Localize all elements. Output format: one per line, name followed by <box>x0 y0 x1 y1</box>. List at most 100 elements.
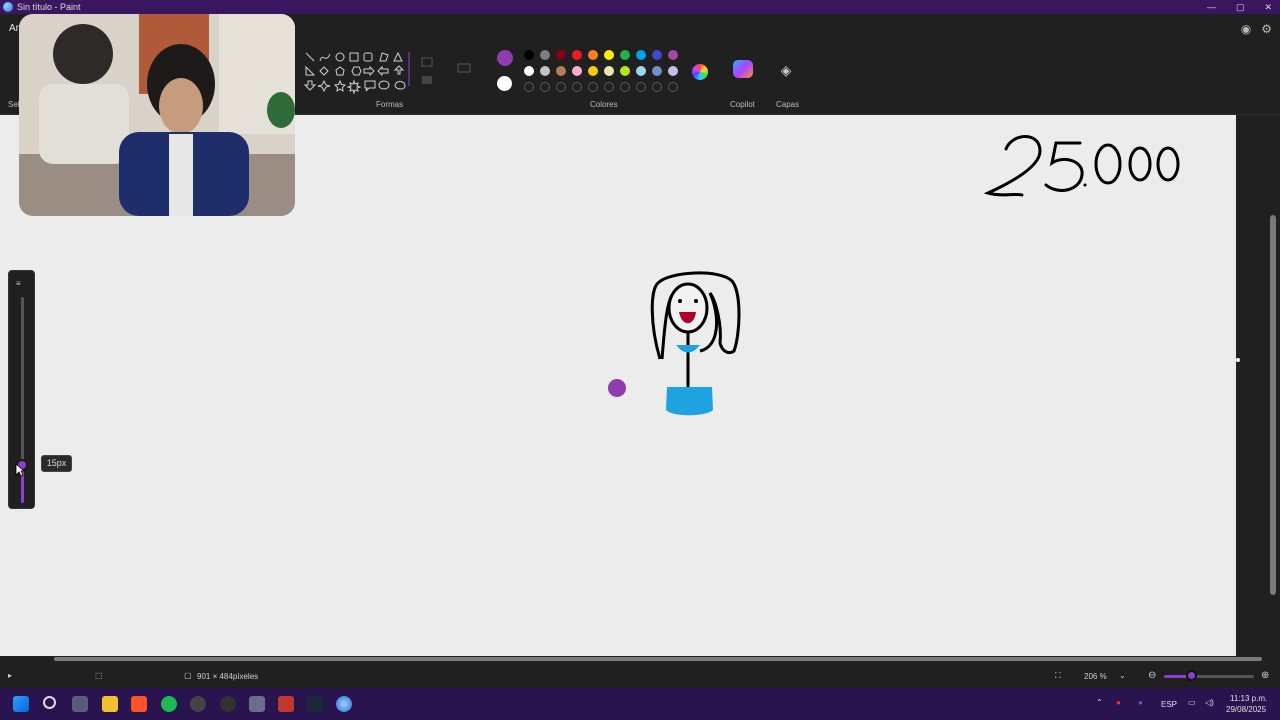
horizontal-scrollbar[interactable] <box>54 657 1262 661</box>
arrow-down-shape-icon[interactable] <box>303 80 317 91</box>
star5-shape-icon[interactable] <box>333 79 347 93</box>
layers-icon[interactable]: ◈ <box>778 62 794 78</box>
obs-icon[interactable] <box>190 696 206 712</box>
line-shape-icon[interactable] <box>305 52 315 62</box>
color-swatch[interactable] <box>668 66 678 76</box>
digit-2 <box>983 135 1042 197</box>
curve-shape-icon[interactable] <box>319 53 331 62</box>
file-explorer-icon[interactable] <box>102 696 118 712</box>
callout-rect-shape-icon[interactable] <box>364 80 376 92</box>
heart-shape-icon[interactable] <box>394 81 406 90</box>
color-swatch[interactable] <box>604 50 614 60</box>
shapes-gallery[interactable] <box>302 50 410 96</box>
rounded-rectangle-shape-icon[interactable] <box>363 52 373 62</box>
network-icon[interactable]: ▭ <box>1188 698 1196 707</box>
zoom-value[interactable]: 206 % <box>1084 672 1107 681</box>
custom-color-slot[interactable] <box>620 82 630 92</box>
clock-time[interactable]: 11:13 p.m. <box>1230 694 1267 703</box>
color-swatch[interactable] <box>524 50 534 60</box>
custom-color-slot[interactable] <box>604 82 614 92</box>
shape-outline-fill-controls[interactable] <box>418 52 474 92</box>
star6-shape-icon[interactable] <box>346 79 362 95</box>
color-swatch[interactable] <box>556 66 566 76</box>
star4-shape-icon[interactable] <box>317 79 331 93</box>
tray-chevron-icon[interactable]: ⌃ <box>1096 698 1103 707</box>
maximize-icon[interactable]: ▢ <box>1236 0 1245 14</box>
clock-date[interactable]: 29/08/2025 <box>1226 705 1266 714</box>
color-swatch[interactable] <box>572 50 582 60</box>
digit-0c <box>1156 146 1180 182</box>
spotify-icon[interactable] <box>161 696 177 712</box>
color-swatch[interactable] <box>652 66 662 76</box>
color-swatch[interactable] <box>620 66 630 76</box>
color-swatch[interactable] <box>636 50 646 60</box>
paint-taskbar-icon[interactable] <box>336 696 352 712</box>
account-icon[interactable]: ◉ <box>1241 22 1251 36</box>
fit-to-window-icon[interactable]: ⛶ <box>1055 671 1061 681</box>
primary-color-swatch[interactable] <box>497 50 513 66</box>
arrow-up-shape-icon[interactable] <box>393 65 405 75</box>
windows-start-icon[interactable] <box>13 696 29 712</box>
color-swatch[interactable] <box>620 50 630 60</box>
app-icon[interactable] <box>249 696 265 712</box>
close-icon[interactable]: ✕ <box>1264 0 1272 14</box>
zoom-in-icon[interactable]: ⊕ <box>1261 670 1269 681</box>
custom-color-slot[interactable] <box>588 82 598 92</box>
custom-color-slot[interactable] <box>636 82 646 92</box>
color-swatch[interactable] <box>540 66 550 76</box>
custom-color-slot[interactable] <box>668 82 678 92</box>
color-swatch[interactable] <box>668 50 678 60</box>
brave-browser-icon[interactable] <box>131 696 147 712</box>
video-app-icon[interactable] <box>278 696 294 712</box>
custom-color-slot[interactable] <box>652 82 662 92</box>
shape-dropdown-icon[interactable] <box>457 63 471 73</box>
canvas-resize-handle[interactable] <box>1236 358 1240 362</box>
rectangle-shape-icon[interactable] <box>349 52 359 62</box>
color-swatch[interactable] <box>540 50 550 60</box>
custom-color-slot[interactable] <box>540 82 550 92</box>
search-icon[interactable] <box>43 696 56 709</box>
outline-icon[interactable] <box>421 57 433 67</box>
fill-icon[interactable] <box>422 76 432 84</box>
edit-colors-icon[interactable] <box>692 64 708 80</box>
tray-app-icon[interactable]: ● <box>1116 698 1121 707</box>
color-swatch[interactable] <box>604 66 614 76</box>
gear-icon[interactable]: ⚙ <box>1261 22 1272 36</box>
vertical-scrollbar[interactable] <box>1270 215 1276 595</box>
triangle-shape-icon[interactable] <box>393 51 403 62</box>
hexagon-shape-icon[interactable] <box>351 66 362 76</box>
polygon-shape-icon[interactable] <box>379 52 389 62</box>
arrow-right-shape-icon[interactable] <box>363 65 375 77</box>
left-eye <box>678 299 682 303</box>
color-swatch[interactable] <box>524 66 534 76</box>
volume-icon[interactable]: ◁) <box>1205 698 1214 707</box>
arrow-left-shape-icon[interactable] <box>377 65 389 77</box>
settings-app-icon[interactable] <box>220 696 236 712</box>
diamond-shape-icon[interactable] <box>319 66 329 76</box>
custom-color-slot[interactable] <box>524 82 534 92</box>
steam-icon[interactable] <box>307 696 323 712</box>
color-swatch[interactable] <box>636 66 646 76</box>
color-swatch[interactable] <box>556 50 566 60</box>
color-swatch[interactable] <box>652 50 662 60</box>
color-swatch[interactable] <box>588 50 598 60</box>
zoom-dropdown-icon[interactable]: ⌄ <box>1119 671 1126 680</box>
right-triangle-shape-icon[interactable] <box>305 65 316 76</box>
custom-color-slot[interactable] <box>556 82 566 92</box>
color-swatch[interactable] <box>588 66 598 76</box>
minimize-icon[interactable]: — <box>1207 0 1216 14</box>
callout-oval-shape-icon[interactable] <box>378 80 390 90</box>
pentagon-shape-icon[interactable] <box>335 66 345 76</box>
task-view-icon[interactable] <box>72 696 88 712</box>
shapes-label: Formas <box>376 100 404 109</box>
oval-shape-icon[interactable] <box>335 52 345 62</box>
zoom-out-icon[interactable]: ⊖ <box>1148 670 1156 681</box>
language-indicator[interactable]: ESP <box>1161 700 1177 709</box>
color-swatch[interactable] <box>572 66 582 76</box>
zoom-slider-thumb[interactable] <box>1186 670 1197 681</box>
colors-palette <box>494 50 684 96</box>
secondary-color-swatch[interactable] <box>497 76 512 91</box>
custom-color-slot[interactable] <box>572 82 582 92</box>
copilot-icon[interactable] <box>733 60 753 78</box>
tray-app2-icon[interactable]: ● <box>1138 698 1143 707</box>
